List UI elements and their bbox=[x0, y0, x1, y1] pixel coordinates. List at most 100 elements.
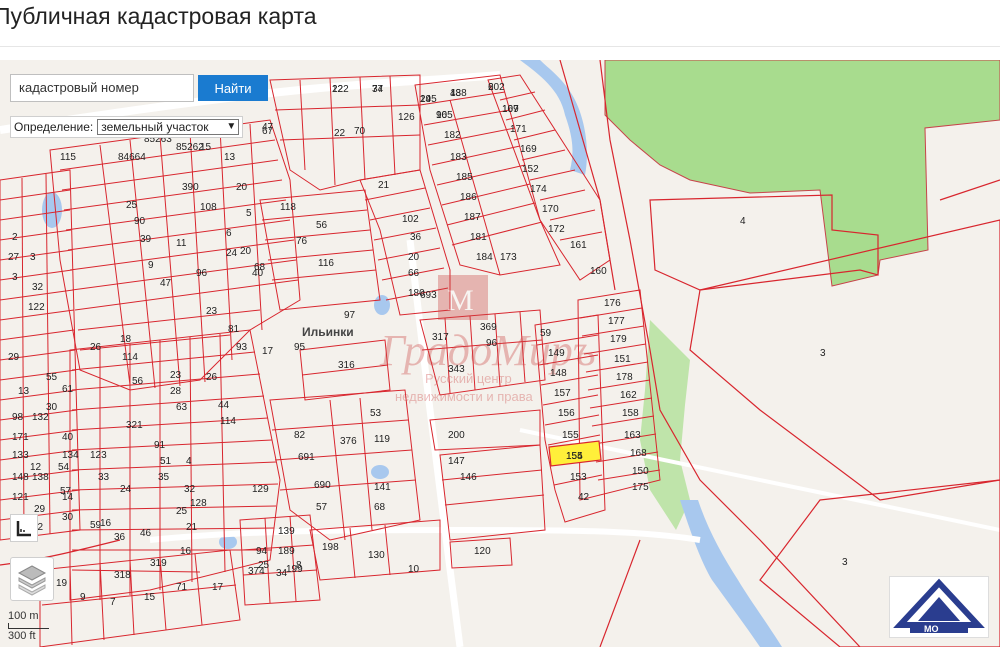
plot-label: 376 bbox=[340, 436, 357, 447]
plot-label: 119 bbox=[374, 434, 390, 445]
plot-label: 173 bbox=[500, 252, 517, 263]
plot-label: 186 bbox=[460, 192, 477, 203]
plot-label: 109 bbox=[502, 104, 519, 115]
plot-label: 47 bbox=[160, 278, 172, 289]
plot-label: 122 bbox=[28, 302, 45, 313]
plot-label: 81 bbox=[228, 324, 240, 335]
highlighted-plot-label: 155 bbox=[566, 451, 583, 462]
plot-label: 56 bbox=[316, 220, 328, 231]
chevron-down-icon: ▼ bbox=[226, 121, 237, 132]
plot-label: 168 bbox=[630, 448, 647, 459]
plot-label: 35 bbox=[158, 472, 170, 483]
plot-label: 23 bbox=[206, 306, 218, 317]
plot-label: 134 bbox=[62, 450, 79, 461]
plot-label: 14 bbox=[62, 492, 74, 503]
plot-label: 24 bbox=[226, 248, 238, 259]
plot-label: 156 bbox=[558, 408, 575, 419]
plot-label: 180 bbox=[408, 288, 425, 299]
plot-label: 39 bbox=[140, 234, 152, 245]
plot-label: 32 bbox=[32, 282, 44, 293]
plot-label: 55 bbox=[46, 372, 58, 383]
plot-label: 141 bbox=[374, 482, 391, 493]
plot-label: 133 bbox=[12, 450, 29, 461]
ruler-button[interactable] bbox=[10, 514, 38, 542]
forest-area bbox=[640, 320, 690, 530]
find-button[interactable]: Найти bbox=[198, 75, 268, 101]
plot-label: 181 bbox=[470, 232, 487, 243]
plot-label: 102 bbox=[402, 214, 419, 225]
plot-label: 171 bbox=[510, 124, 527, 135]
plot-label: 70 bbox=[354, 126, 366, 137]
plot-label: 148 bbox=[550, 368, 567, 379]
scale-metric: 100 m bbox=[8, 610, 39, 622]
plot-label: 91 bbox=[154, 440, 166, 451]
plot-label: 94 bbox=[256, 546, 268, 557]
plot-label: 54 bbox=[58, 462, 70, 473]
map-canvas[interactable]: М ГрадоМиръ Русский центр недвижимости и… bbox=[0, 60, 1000, 647]
plot-label: 32 bbox=[184, 484, 196, 495]
plot-label: 147 bbox=[448, 456, 465, 467]
cadastral-search-input[interactable]: кадастровый номер bbox=[10, 74, 194, 102]
plot-label: 189 bbox=[278, 546, 295, 557]
plot-label: 22 bbox=[334, 128, 346, 139]
plot-label: 6 bbox=[488, 82, 494, 93]
plot-label: 122 bbox=[332, 84, 349, 95]
plot-label: 4 bbox=[186, 456, 192, 467]
watermark-line2: недвижимости и права bbox=[395, 389, 533, 404]
cadastral-map[interactable]: М ГрадоМиръ Русский центр недвижимости и… bbox=[0, 60, 1000, 647]
plot-label: 176 bbox=[604, 298, 621, 309]
plot-label: 153 bbox=[570, 472, 587, 483]
area-label-3b: 3 bbox=[842, 557, 848, 568]
plot-label: 321 bbox=[126, 420, 143, 431]
plot-label: 179 bbox=[610, 334, 627, 345]
plot-label: 16 bbox=[100, 518, 112, 529]
plot-label: 21 bbox=[186, 522, 198, 533]
definition-label: Определение: bbox=[14, 120, 94, 134]
plot-label: 90 bbox=[436, 110, 448, 121]
plot-label: 115 bbox=[60, 152, 76, 163]
plot-label: 30 bbox=[46, 402, 58, 413]
plot-label: 13 bbox=[18, 386, 30, 397]
plot-label: 369 bbox=[480, 322, 497, 333]
plot-label: 178 bbox=[616, 372, 633, 383]
scale-bar bbox=[8, 623, 49, 629]
plot-label: 40 bbox=[62, 432, 74, 443]
plot-label: 123 bbox=[90, 450, 107, 461]
plot-label: 57 bbox=[316, 502, 328, 513]
plot-label: 17 bbox=[212, 582, 224, 593]
plot-label: 82 bbox=[294, 430, 306, 441]
plot-label: 690 bbox=[314, 480, 331, 491]
plot-label: 46 bbox=[140, 528, 152, 539]
plot-label: 390 bbox=[182, 182, 199, 193]
plot-label: 177 bbox=[608, 316, 625, 327]
plot-label: 59 bbox=[540, 328, 552, 339]
plot-label: 149 bbox=[548, 348, 565, 359]
plot-label: 148 bbox=[12, 472, 29, 483]
plot-label: 3 bbox=[12, 272, 18, 283]
plot-label: 8 bbox=[296, 560, 302, 571]
plot-label: 6 bbox=[226, 228, 232, 239]
plot-label: 36 bbox=[114, 532, 126, 543]
plot-label: 114 bbox=[220, 416, 236, 427]
plot-label: 2 bbox=[12, 232, 18, 243]
plot-label: 29 bbox=[420, 94, 432, 105]
definition-select[interactable]: земельный участок ▼ bbox=[97, 119, 240, 135]
plot-label: 95 bbox=[294, 342, 306, 353]
plot-label: 40 bbox=[252, 268, 264, 279]
scale-imperial: 300 ft bbox=[8, 630, 36, 642]
plot-label: 26 bbox=[90, 342, 102, 353]
definition-selected: земельный участок bbox=[101, 120, 209, 134]
layers-button[interactable] bbox=[10, 557, 54, 601]
plot-label: 108 bbox=[200, 202, 217, 213]
plot-label: 63 bbox=[176, 402, 188, 413]
plot-label: 16 bbox=[180, 546, 192, 557]
plot-label: 185 bbox=[456, 172, 473, 183]
forest-area bbox=[604, 60, 1000, 287]
page-title: Публичная кадастровая карта bbox=[0, 3, 317, 29]
plot-label: 21 bbox=[378, 180, 390, 191]
plot-label: 96 bbox=[196, 268, 208, 279]
plot-label: 200 bbox=[448, 430, 465, 441]
plot-label: 24 bbox=[120, 484, 132, 495]
plot-label: 19 bbox=[56, 578, 68, 589]
plot-label: 151 bbox=[614, 354, 631, 365]
